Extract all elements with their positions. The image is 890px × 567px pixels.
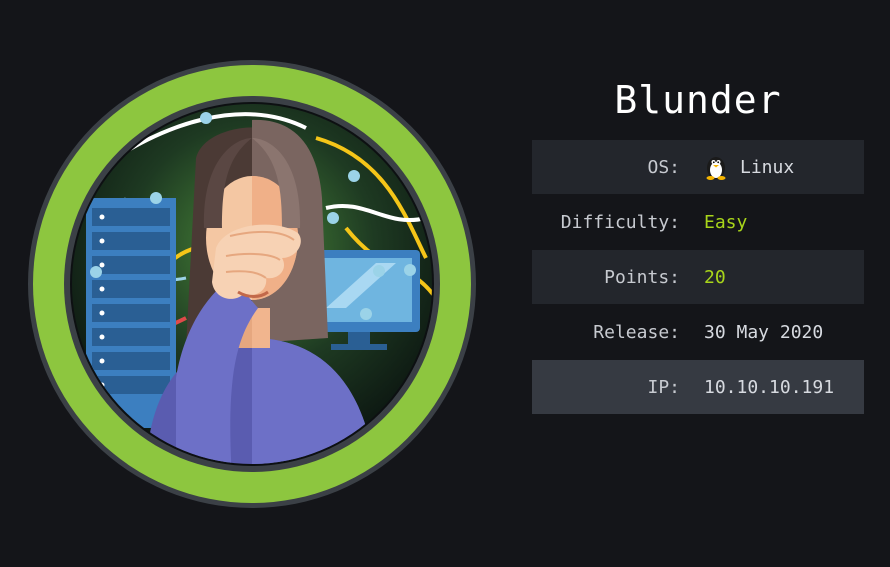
tux-penguin-icon: [706, 157, 726, 180]
release-row: Release: 30 May 2020: [532, 304, 864, 359]
points-label: Points:: [604, 266, 680, 288]
points-value: 20: [704, 266, 726, 288]
os-label: OS:: [647, 156, 680, 178]
machine-avatar: [26, 58, 478, 510]
ip-value: 10.10.10.191: [704, 376, 835, 398]
ip-label: IP:: [647, 376, 680, 398]
os-value-wrap: Linux: [704, 154, 794, 180]
facepalm-illustration: [28, 60, 476, 508]
release-label: Release:: [593, 321, 680, 343]
os-value: Linux: [740, 156, 795, 178]
release-value: 30 May 2020: [704, 321, 824, 343]
difficulty-label: Difficulty:: [560, 211, 680, 233]
ip-row: IP: 10.10.10.191: [532, 359, 864, 414]
machine-name-title: Blunder: [614, 78, 782, 122]
points-row: Points: 20: [532, 249, 864, 304]
difficulty-value: Easy: [704, 211, 748, 233]
difficulty-row: Difficulty: Easy: [532, 194, 864, 249]
os-row: OS: Linux: [532, 139, 864, 194]
machine-info-table: OS: Linux Difficulty: Easy Points: 20 Re…: [532, 139, 864, 414]
